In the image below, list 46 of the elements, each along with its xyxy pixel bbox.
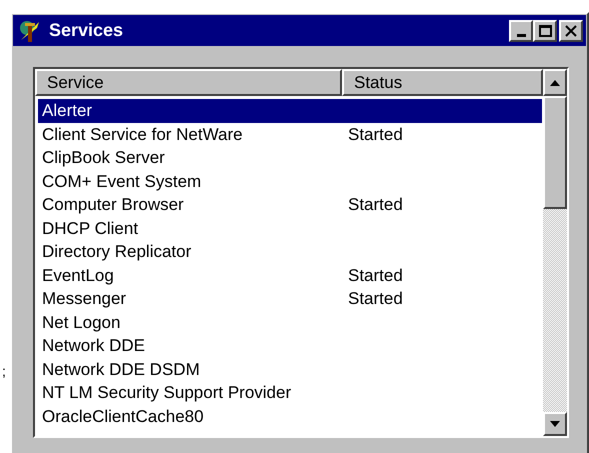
maximize-button[interactable] [533,20,557,42]
service-name: Network DDE [41,335,146,357]
service-status: Started [347,194,403,216]
service-name: Computer Browser [41,194,185,216]
service-row[interactable]: Messenger Started [38,287,542,310]
scroll-thumb[interactable] [543,96,567,209]
service-status: Started [347,288,403,310]
service-row[interactable]: Client Service for NetWare Started [38,122,542,146]
service-name: OracleClientCache80 [41,406,205,428]
service-name: NT LM Security Support Provider [41,382,292,404]
scrollbar[interactable] [543,69,567,436]
scroll-down-button[interactable] [543,412,567,436]
service-row[interactable]: ClipBook Server [38,146,542,170]
scroll-up-button[interactable] [543,69,567,96]
service-row[interactable]: COM+ Event System [38,170,542,193]
minimize-button[interactable] [509,20,533,42]
down-arrow-icon [550,421,560,427]
column-header[interactable]: Service [35,69,342,96]
service-row[interactable]: Computer Browser Started [38,193,542,216]
close-icon [565,24,577,36]
margin-mark: ; [2,363,6,379]
service-row[interactable]: EventLog Started [38,264,542,287]
service-row[interactable]: Directory Replicator [38,240,542,264]
service-row[interactable]: DHCP Client [38,216,542,240]
service-name: COM+ Event System [41,170,202,192]
service-row[interactable]: Network DDE DSDM [38,358,542,381]
service-name: Messenger [41,288,128,310]
service-row[interactable]: OracleClientCache80 [38,404,542,428]
service-name: EventLog [41,264,115,286]
service-status: Started [347,264,403,286]
close-button[interactable] [559,20,583,42]
window-title: Services [49,19,124,42]
service-name: Alerter [41,100,94,122]
service-name: Client Service for NetWare [41,124,244,146]
service-status: Started [347,124,403,146]
service-name: Network DDE DSDM [41,358,201,380]
column-header[interactable]: Status [342,69,543,96]
service-name: Net Logon [41,312,122,334]
service-name: DHCP Client [41,218,140,240]
service-row[interactable]: Network DDE [38,334,542,358]
service-row[interactable]: Net Logon [38,310,542,334]
up-arrow-icon [550,80,560,86]
service-name: ClipBook Server [41,147,166,169]
service-row[interactable]: Alerter [38,99,542,122]
service-row[interactable]: NT LM Security Support Provider [38,381,542,404]
service-name: Directory Replicator [41,241,192,263]
